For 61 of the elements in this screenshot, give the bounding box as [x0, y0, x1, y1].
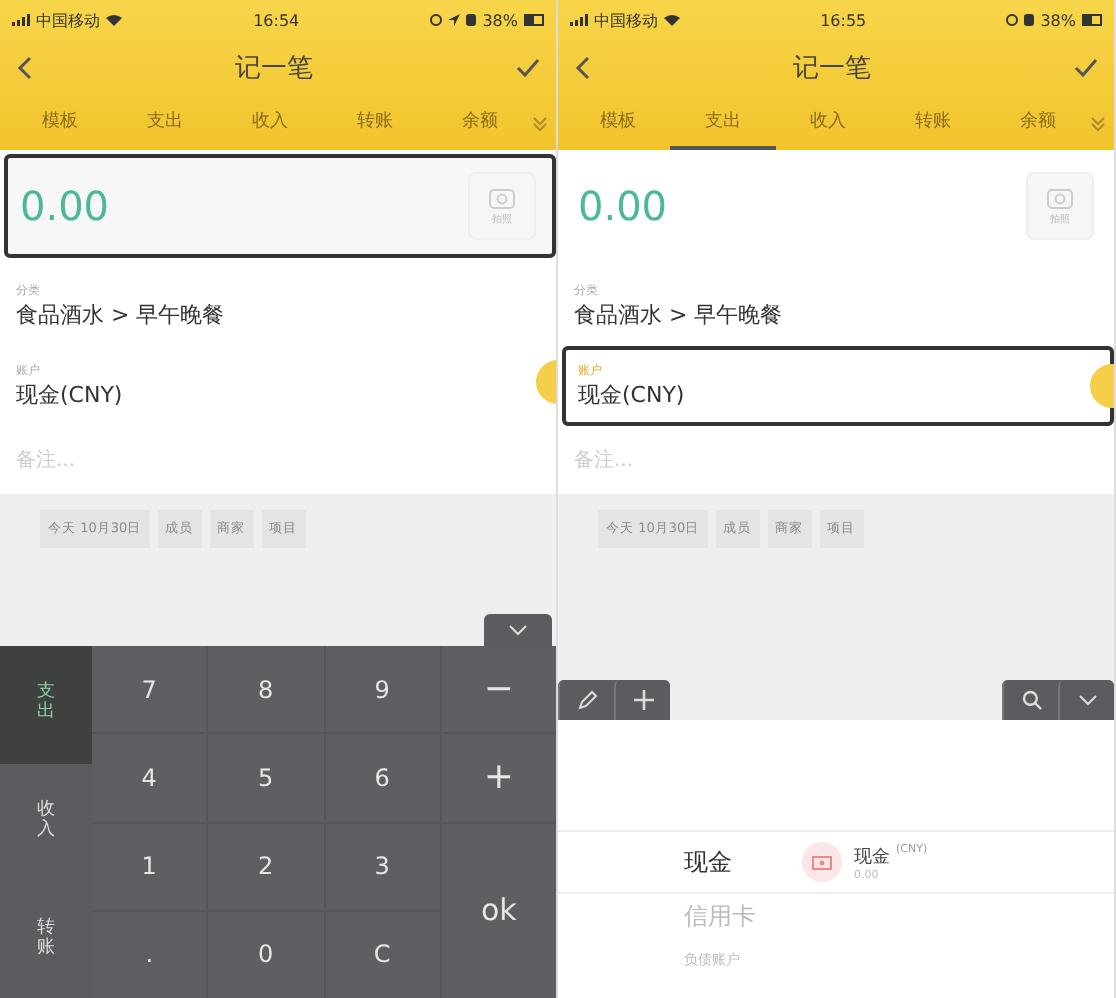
checkmark-icon[interactable] [516, 58, 540, 78]
keypad-key[interactable]: ok [441, 823, 556, 998]
tab[interactable]: 模板 [8, 96, 113, 150]
page-title: 记一笔 [793, 52, 871, 86]
account-group[interactable]: 信用卡 [558, 899, 802, 933]
back-icon[interactable] [574, 56, 590, 80]
account-value[interactable]: 现金(CNY) [16, 380, 123, 410]
keypad-key[interactable]: 4 [92, 734, 207, 821]
account-group[interactable]: 现金 [558, 845, 802, 879]
location-icon [448, 14, 461, 26]
battery-icon [524, 14, 544, 26]
add-button[interactable] [614, 680, 670, 720]
cash-icon [802, 842, 842, 882]
search-icon [1021, 690, 1041, 710]
wifi-icon [106, 14, 122, 26]
tab[interactable]: 余额 [985, 96, 1091, 150]
tab[interactable]: 支出 [670, 96, 776, 150]
chevron-down-icon [1077, 694, 1097, 706]
carrier-name: 中国移动 [594, 9, 658, 31]
wifi-icon [664, 14, 680, 26]
status-time: 16:54 [253, 11, 300, 29]
keypad-key[interactable]: − [441, 646, 556, 733]
battery-icon [1082, 14, 1102, 26]
keypad-key[interactable]: 6 [325, 734, 440, 821]
checkmark-icon[interactable] [1074, 58, 1098, 78]
keypad-key[interactable]: 8 [208, 646, 323, 733]
keypad-key[interactable]: 7 [92, 646, 207, 733]
collapse-button[interactable] [484, 614, 552, 646]
back-icon[interactable] [16, 56, 32, 80]
tab[interactable]: 收入 [217, 96, 323, 150]
keypad-key[interactable]: C [325, 911, 440, 998]
keypad-key[interactable]: . [92, 911, 207, 998]
signal-icon [12, 14, 30, 26]
signal-icon [570, 14, 588, 26]
category-value[interactable]: 食品酒水 > 早午晚餐 [16, 300, 225, 330]
battery-percent: 38% [482, 11, 518, 29]
keypad-key[interactable]: + [441, 734, 556, 821]
camera-icon [1046, 186, 1074, 210]
keypad-key[interactable]: 0 [208, 911, 323, 998]
tab[interactable]: 收入 [775, 96, 881, 150]
battery-percent: 38% [1040, 11, 1076, 29]
keypad-key[interactable]: 2 [208, 823, 323, 910]
status-time: 16:55 [820, 11, 867, 29]
page-title: 记一笔 [235, 52, 313, 86]
tab[interactable]: 余额 [427, 96, 533, 150]
tab[interactable]: 转账 [322, 96, 428, 150]
carrier-name: 中国移动 [36, 9, 100, 31]
collapse-button[interactable] [1058, 680, 1114, 720]
keypad-key[interactable]: 3 [325, 823, 440, 910]
tab[interactable]: 转账 [880, 96, 986, 150]
camera-icon [488, 186, 516, 210]
tab[interactable]: 模板 [566, 96, 671, 150]
side-tab[interactable]: 支出 [0, 646, 92, 764]
keypad-key[interactable]: 1 [92, 823, 207, 910]
chevron-down-icon [508, 624, 528, 636]
keypad-key[interactable]: 9 [325, 646, 440, 733]
pencil-icon [577, 690, 597, 710]
plus-icon [633, 690, 653, 710]
keypad-key[interactable]: 5 [208, 734, 323, 821]
tab[interactable]: 支出 [112, 96, 218, 150]
category-value[interactable]: 食品酒水 > 早午晚餐 [574, 300, 783, 330]
